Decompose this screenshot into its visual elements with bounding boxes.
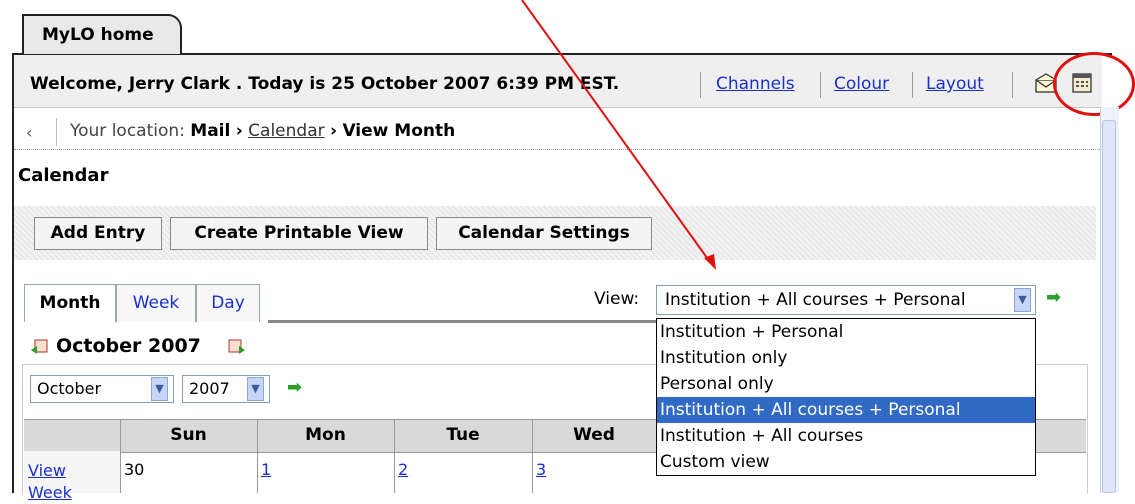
breadcrumb-calendar-link[interactable]: Calendar: [248, 121, 324, 141]
breadcrumb-current: View Month: [342, 121, 456, 141]
next-month-icon[interactable]: [228, 338, 246, 356]
back-button[interactable]: ‹: [26, 123, 32, 142]
annotation-circle: [1053, 52, 1135, 116]
calendar-settings-button[interactable]: Calendar Settings: [436, 217, 652, 250]
separator: [1012, 72, 1013, 98]
separator: [912, 72, 913, 98]
breadcrumb-arrow: ›: [235, 121, 243, 141]
chevron-down-icon[interactable]: ▼: [151, 377, 168, 401]
create-printable-view-button[interactable]: Create Printable View: [170, 217, 428, 250]
day-header-mon: Mon: [305, 425, 346, 445]
tab-day[interactable]: Day: [196, 284, 260, 322]
view-week-link[interactable]: View Week: [28, 460, 88, 504]
view-filter-select[interactable]: Institution + All courses + Personal: [656, 285, 1036, 315]
date-link[interactable]: 1: [261, 460, 271, 479]
day-header-tue: Tue: [446, 425, 480, 445]
date-link[interactable]: 2: [398, 460, 408, 479]
channels-link[interactable]: Channels: [716, 74, 795, 94]
month-title: October 2007: [56, 335, 201, 357]
breadcrumb: Your location: Mail › Calendar › View Mo…: [70, 121, 455, 141]
dropdown-option[interactable]: Institution + Personal: [657, 319, 1035, 345]
divider: [14, 149, 1100, 150]
go-arrow-icon[interactable]: ➡: [1046, 287, 1061, 308]
go-arrow-icon[interactable]: ➡: [287, 377, 302, 398]
day-header-wed: Wed: [573, 425, 615, 445]
separator: [820, 72, 821, 98]
dropdown-option[interactable]: Custom view: [657, 449, 1035, 475]
scrollbar-thumb[interactable]: [1102, 120, 1116, 493]
tab-mylo-home[interactable]: MyLO home: [22, 14, 182, 54]
colour-link[interactable]: Colour: [834, 74, 889, 94]
view-filter-label: View:: [594, 289, 640, 309]
dropdown-option[interactable]: Institution only: [657, 345, 1035, 371]
tab-week[interactable]: Week: [116, 284, 196, 322]
separator: [700, 72, 701, 98]
breadcrumb-arrow: ›: [330, 121, 338, 141]
date-cell: 30: [124, 460, 145, 479]
separator: [56, 118, 57, 146]
day-header-sun: Sun: [170, 425, 207, 445]
chevron-down-icon[interactable]: ▼: [1014, 288, 1031, 312]
tab-month[interactable]: Month: [24, 284, 116, 322]
view-filter-dropdown: Institution + Personal Institution only …: [656, 318, 1036, 476]
welcome-message: Welcome, Jerry Clark . Today is 25 Octob…: [30, 74, 620, 94]
chevron-down-icon[interactable]: ▼: [247, 377, 264, 401]
tab-underline: [268, 320, 686, 323]
previous-month-icon[interactable]: [30, 338, 48, 356]
layout-link[interactable]: Layout: [926, 74, 984, 94]
dropdown-option[interactable]: Personal only: [657, 371, 1035, 397]
page-title: Calendar: [18, 165, 109, 186]
dropdown-option-selected[interactable]: Institution + All courses + Personal: [657, 397, 1035, 423]
frame-left-border: [12, 53, 14, 493]
breadcrumb-mail: Mail: [190, 121, 231, 141]
date-link[interactable]: 3: [536, 460, 546, 479]
add-entry-button[interactable]: Add Entry: [34, 217, 162, 250]
breadcrumb-label: Your location:: [70, 121, 185, 141]
dropdown-option[interactable]: Institution + All courses: [657, 423, 1035, 449]
